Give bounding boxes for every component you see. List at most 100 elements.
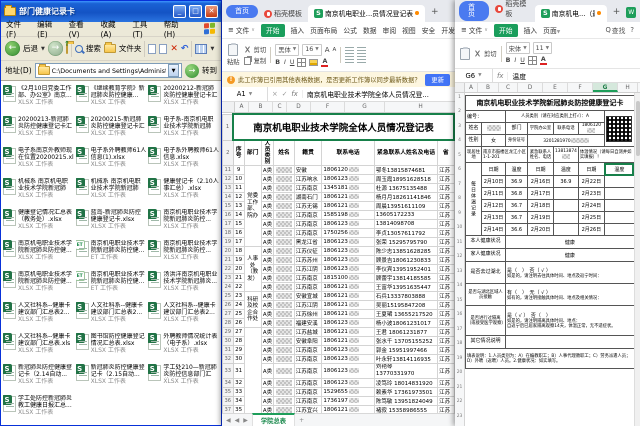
fx-icon[interactable]: fx (497, 72, 503, 80)
file-item[interactable]: S学工处防控新冠肺炎教工健康日报汇总...XLSX 工作表 (3, 394, 74, 425)
file-item[interactable]: S南京机电职业技术学院新冠肺炎防控...XLSX 工作表 (148, 208, 219, 239)
right-sheet[interactable]: 1234567891011121314151617181920212223 南京… (455, 93, 640, 426)
file-item[interactable]: S电子系外聘教师61人信息.xlsxXLSX 工作表 (148, 146, 219, 177)
italic-button[interactable]: I (513, 57, 517, 64)
search-label[interactable]: 搜索 (86, 43, 101, 54)
menu-security[interactable]: 安全 (422, 25, 436, 35)
file-item[interactable]: S南京机电职业技术学院新冠肺炎防控...XLSX 工作表 (148, 239, 219, 270)
close-button[interactable]: ✕ (205, 5, 218, 18)
name-box[interactable]: G6▼ (455, 69, 493, 82)
up-button[interactable]: ↑ (66, 44, 68, 53)
menu-view[interactable]: 视图 (402, 25, 416, 35)
file-item[interactable]: S电子系外聘教师61人信息(1).xlsxXLSX 工作表 (76, 146, 147, 177)
menu-formulas[interactable]: 公式 (343, 25, 357, 35)
folders-label[interactable]: 文件夹 (119, 43, 142, 54)
move-to-icon[interactable] (148, 44, 156, 54)
menu-tools[interactable]: 工具(T) (132, 19, 155, 39)
go-label[interactable]: 转到 (202, 65, 217, 76)
add-sheet-button[interactable]: + (299, 417, 304, 424)
align-center-icon[interactable] (357, 47, 366, 54)
sheet-prev-icon[interactable]: ◀ (235, 417, 240, 424)
menu-favorites[interactable]: 收藏(A) (100, 19, 124, 39)
column-headers[interactable]: A B C D E F G H (455, 83, 640, 93)
help-icon[interactable]: ? (630, 26, 634, 34)
file-item[interactable]: S图书馆防控健康登记情况汇总表.xlsxXLSX 工作表 (76, 332, 147, 363)
formula-value[interactable]: 南京机电职业技术学院全体人员情况登... (303, 89, 455, 99)
shrink-font-button[interactable]: A (333, 47, 337, 53)
file-item[interactable]: S机械系 南京机电职业技术学院新冠肺炎...XLSX 工作表 (76, 177, 147, 208)
menu-home[interactable]: 开始 (494, 24, 518, 37)
tab-docer[interactable]: 稻壳模板 (261, 6, 305, 22)
fx-icon[interactable]: fx (291, 90, 297, 98)
file-item[interactable]: S人文社科系--健康卡建议部门汇总表.xlsxXLSX 工作表 (3, 332, 74, 363)
font-name-select[interactable]: 黑体▼ (275, 44, 299, 56)
tab-document[interactable]: S 南京机电...（最新） (535, 5, 607, 22)
address-input[interactable]: C:\Documents and Settings\Administrator\… (35, 63, 182, 78)
column-headers[interactable]: A B C D F G H (222, 102, 455, 113)
borders-icon[interactable] (528, 56, 537, 65)
file-item[interactable]: S外聘教师情况统计表（电子系）.xlsxXLSX 工作表 (148, 332, 219, 363)
menu-page-layout[interactable]: 页面布局 (310, 25, 337, 35)
file-item[interactable]: S汤洪洋南京机电职业技术学院新冠肺炎...XLSX 工作表 (148, 270, 219, 301)
new-tab-button[interactable]: + (610, 7, 624, 17)
paste-button[interactable] (460, 48, 470, 60)
sheet-next-icon[interactable]: ▶ (243, 417, 248, 424)
underline-button[interactable]: U (290, 59, 295, 66)
file-item[interactable]: S健康登记情况汇总表（教务处）.xlsxXLSX 工作表 (3, 208, 74, 239)
menu-insert[interactable]: 插入 (291, 25, 305, 35)
file-item[interactable]: S机械系 南京机电职业技术学院新冠肺炎...XLSX 工作表 (3, 177, 74, 208)
views-icon[interactable] (195, 44, 207, 54)
tab-docer[interactable]: 稻壳模板 (492, 0, 531, 22)
file-item[interactable]: S20200213-新冠肺炎防控健康登记卡汇总...XLSX 工作表 (3, 115, 74, 146)
file-item[interactable]: S人文社科系--健康卡建议部门汇总表2...XLSX 工作表 (3, 301, 74, 332)
file-item[interactable]: ET南京机电职业技术学院新冠肺炎防控健...ET 工作表 (76, 239, 147, 270)
tab-document[interactable]: S 南京机电职业...员情况登记表 (308, 5, 425, 22)
copy-button[interactable]: 复制 (244, 56, 267, 65)
file-item[interactable]: S健康登记卡（2.10人事汇总）.xlsxXLSX 工作表 (148, 177, 219, 208)
delete-icon[interactable]: ✕ (170, 44, 178, 54)
underline-button[interactable]: U (520, 57, 525, 64)
menu-more[interactable]: 页面▼ (543, 25, 560, 35)
vertical-scrollbar[interactable] (634, 93, 640, 426)
menu-insert[interactable]: 插入 (524, 25, 538, 35)
wps-apps-icon[interactable]: W (626, 7, 636, 18)
file-menu[interactable]: ≡文件∨ (228, 25, 255, 35)
new-tab-button[interactable]: + (428, 7, 442, 17)
file-item[interactable]: S电子系-南京机电职业技术学院新冠肺炎...XLSX 工作表 (148, 115, 219, 146)
center-sheet[interactable]: 1南京机电职业技术学院全体人员情况登记表2序号▾部门▾人员类别▾姓名▾籍贯▾联系… (222, 113, 455, 413)
file-item[interactable]: S新冠肺炎防控健康登记卡（2.15自动...XLSX 工作表 (76, 363, 147, 394)
tab-home[interactable]: 首页 (459, 1, 489, 21)
copy-to-icon[interactable] (159, 44, 167, 54)
folders-icon[interactable] (104, 44, 116, 53)
address-path[interactable]: C:\Documents and Settings\Administrator\… (52, 66, 166, 75)
search-icon[interactable] (75, 45, 83, 53)
font-name-select[interactable]: 宋体▼ (506, 42, 530, 54)
back-button[interactable]: ← (5, 41, 20, 56)
back-label[interactable]: 后退 (23, 43, 38, 54)
file-item[interactable]: S南京机电职业技术学院新冠肺炎防控健...XLSX 工作表 (3, 239, 74, 270)
find-button[interactable]: Q查找 ? (605, 25, 634, 35)
fill-color-icon[interactable] (309, 59, 318, 66)
file-item[interactable]: S蓝岛-新冠肺炎防控健康登记卡.xlsxXLSX 工作表 (76, 208, 147, 239)
menu-view[interactable]: 查看(V) (69, 19, 93, 39)
bold-button[interactable]: B (275, 59, 280, 66)
file-item[interactable]: S20200212-新冠肺炎防控健康登记卡汇总...XLSX 工作表 (148, 84, 219, 115)
file-item[interactable]: S新冠肺炎防控健康登记卡（2.14自动...XLSX 工作表 (3, 363, 74, 394)
file-item[interactable]: S《继续教育学院》新冠肺炎防控健康...XLSX 工作表 (76, 84, 147, 115)
align-justify-icon[interactable] (357, 56, 366, 63)
formula-value[interactable]: 温度 (508, 71, 640, 81)
font-color-icon[interactable]: A (321, 58, 328, 67)
file-item[interactable]: S学工处210—新冠肺炎防控信息部门汇总...XLSX 工作表 (148, 363, 219, 394)
file-item[interactable]: S《2月10日党委工作部、办公室》南京...XLSX 工作表 (3, 84, 74, 115)
cancel-icon[interactable]: × (272, 90, 278, 98)
views-dropdown-icon[interactable]: ▼ (210, 46, 214, 52)
bold-button[interactable]: B (506, 57, 511, 64)
menu-devtools[interactable]: 开发工具 (441, 25, 455, 35)
borders-icon[interactable] (297, 58, 306, 67)
paste-button[interactable]: 粘贴 (227, 44, 240, 66)
name-box[interactable]: A1▼ (222, 87, 268, 101)
file-item[interactable]: S人文社科系--健康卡建议部门汇总表2...XLSX 工作表 (76, 301, 147, 332)
file-item[interactable]: S20200215-新冠肺炎防控健康登记卡汇总...XLSX 工作表 (76, 115, 147, 146)
undo-icon[interactable]: ↶ (181, 44, 189, 54)
scrollbar-thumb[interactable] (636, 101, 640, 156)
